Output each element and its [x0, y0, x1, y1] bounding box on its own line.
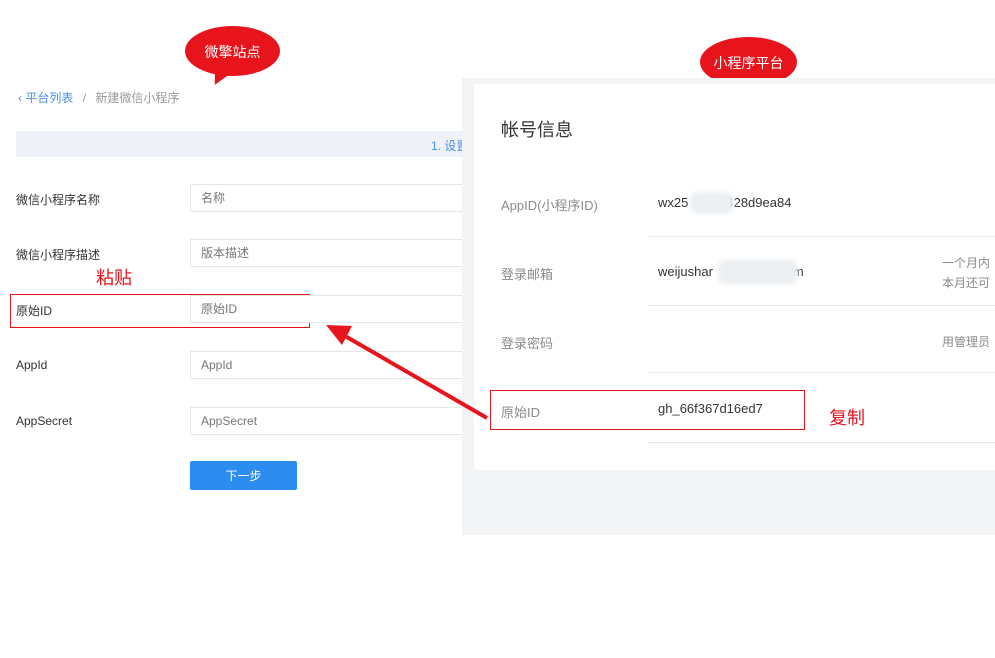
arrow-copy-to-paste: [326, 325, 489, 420]
arrow-head: [326, 325, 352, 345]
arrow-shaft: [343, 334, 489, 420]
